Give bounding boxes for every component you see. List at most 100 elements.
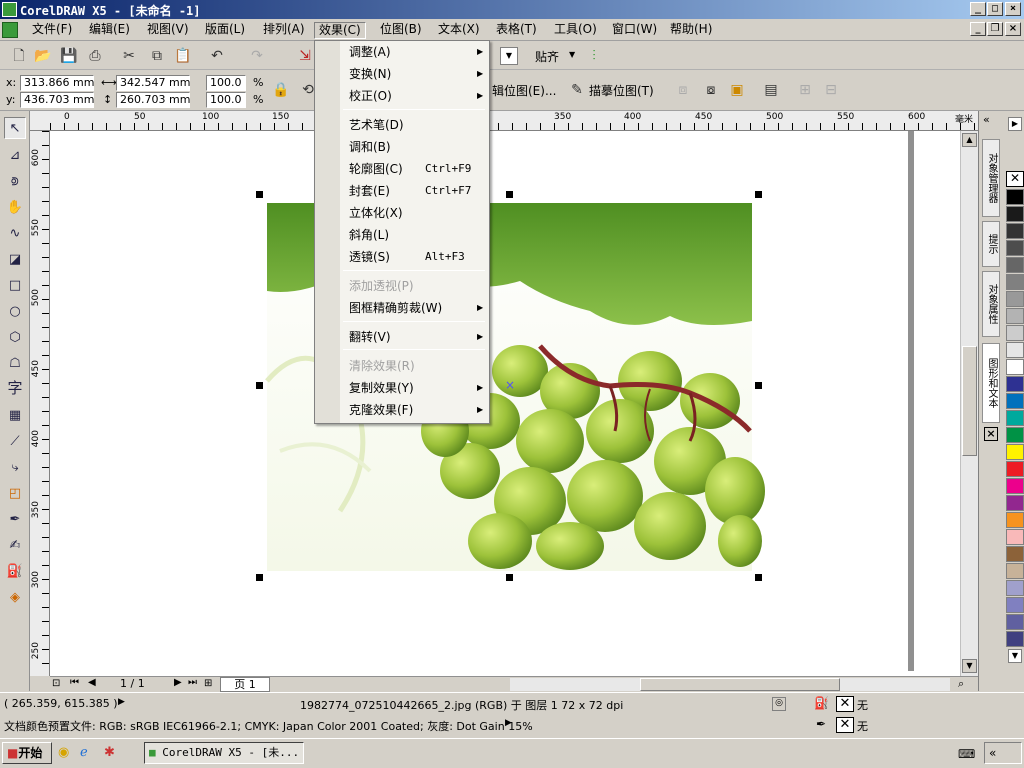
width-field[interactable]: 342.547 mm [116, 75, 190, 91]
color-swatch[interactable] [1006, 546, 1024, 562]
color-swatch[interactable] [1006, 461, 1024, 477]
rectangle-tool-icon[interactable]: □ [4, 275, 26, 297]
crop-tool-icon[interactable]: ⟄ [4, 171, 26, 193]
color-swatch[interactable] [1006, 495, 1024, 511]
effects-menu-item[interactable]: 艺术笔(D) [349, 115, 489, 135]
basic-shapes-tool-icon[interactable]: ☖ [4, 353, 26, 375]
fill-tool-icon[interactable]: ⛽ [4, 561, 26, 583]
no-color-swatch[interactable]: ✕ [1006, 171, 1024, 187]
minimize-icon[interactable]: _ [970, 2, 986, 16]
color-swatch[interactable] [1006, 240, 1024, 256]
fill-none-swatch[interactable]: ✕ [836, 696, 854, 712]
zoom-dropdown-arrow[interactable]: ▼ [500, 47, 518, 65]
eyedropper-tool-icon[interactable]: ✒ [4, 509, 26, 531]
color-swatch[interactable] [1006, 478, 1024, 494]
distribute-icon[interactable]: ⊟ [820, 79, 842, 101]
snap-options-icon[interactable]: ⫶ [583, 45, 605, 67]
selection-handle[interactable] [256, 574, 263, 581]
effects-menu-item[interactable]: 封套(E) Ctrl+F7 [349, 181, 489, 201]
interactive-fill-tool-icon[interactable]: ◈ [4, 587, 26, 609]
effects-menu-item[interactable]: 图框精确剪裁(W) ▶ [349, 298, 489, 318]
color-swatch[interactable] [1006, 359, 1024, 375]
profile-arrow-icon[interactable]: ▶ [505, 718, 512, 728]
selection-handle[interactable] [755, 191, 762, 198]
palette-scroll-down-icon[interactable]: ▼ [1008, 649, 1022, 663]
connector-tool-icon[interactable]: ⤷ [4, 457, 26, 479]
horizontal-scrollbar[interactable] [510, 678, 950, 691]
selection-handle[interactable] [755, 574, 762, 581]
freehand-tool-icon[interactable]: ∿ [4, 223, 26, 245]
selection-handle[interactable] [506, 574, 513, 581]
zoom-navigator-icon[interactable]: ⌕ [958, 677, 964, 691]
docker-close-icon[interactable]: × [984, 427, 998, 441]
color-swatch[interactable] [1006, 274, 1024, 290]
color-swatch[interactable] [1006, 580, 1024, 596]
scroll-up-icon[interactable]: ▲ [962, 133, 977, 147]
effects-menu-item[interactable]: 透镜(S) Alt+F3 [349, 247, 489, 267]
first-page-icon[interactable]: ⏮ [70, 677, 79, 688]
scroll-thumb[interactable] [962, 346, 977, 456]
color-swatch[interactable] [1006, 308, 1024, 324]
color-swatch[interactable] [1006, 325, 1024, 341]
snap-to-button[interactable]: 贴齐 [535, 48, 559, 65]
outline-none-swatch[interactable]: ✕ [836, 717, 854, 733]
document-icon[interactable] [2, 22, 18, 38]
effects-menu-item[interactable]: 轮廓图(C) Ctrl+F9 [349, 159, 489, 179]
color-swatch[interactable] [1006, 257, 1024, 273]
close-icon[interactable]: × [1005, 2, 1021, 16]
quicklaunch-app-icon[interactable]: ✱ [104, 745, 115, 760]
menu-text[interactable]: 文本(X) [434, 22, 484, 39]
doc-close-icon[interactable]: × [1005, 22, 1021, 36]
last-page-icon[interactable]: ⏭ [188, 677, 197, 688]
color-swatch[interactable] [1006, 512, 1024, 528]
effects-menu-item[interactable]: 调和(B) [349, 137, 489, 157]
text-tool-icon[interactable]: 字 [4, 377, 26, 399]
color-swatch[interactable] [1006, 393, 1024, 409]
docker-tab-graphic-text[interactable]: 图形和文本 [982, 343, 1000, 423]
tray-expand-icon[interactable]: « [984, 742, 1022, 764]
menu-tools[interactable]: 工具(O) [550, 22, 601, 39]
copy-icon[interactable]: ⧉ [146, 45, 168, 67]
effects-menu-item[interactable]: 立体化(X) [349, 203, 489, 223]
page-tab-1[interactable]: 页 1 [220, 677, 270, 692]
crop-bitmap-icon[interactable]: ⧇ [700, 79, 722, 101]
trace-bitmap-icon[interactable]: ✎ [566, 79, 588, 101]
menu-bitmaps[interactable]: 位图(B) [376, 22, 426, 39]
menu-layout[interactable]: 版面(L) [201, 22, 249, 39]
effects-menu-item[interactable]: 调整(A) ▶ [349, 42, 489, 62]
effects-menu-item[interactable]: 复制效果(Y) ▶ [349, 378, 489, 398]
effects-menu-item[interactable]: 翻转(V) ▶ [349, 327, 489, 347]
keyboard-tray-icon[interactable]: ⌨ [958, 747, 975, 761]
menu-arrange[interactable]: 排列(A) [259, 22, 309, 39]
undo-icon[interactable]: ↶ [206, 45, 228, 67]
blend-tool-icon[interactable]: ◰ [4, 483, 26, 505]
effects-menu-item[interactable]: 变换(N) ▶ [349, 64, 489, 84]
lock-ratio-icon[interactable]: 🔒 [270, 79, 292, 101]
pick-tool-icon[interactable]: ↖ [4, 117, 26, 139]
menu-table[interactable]: 表格(T) [492, 22, 541, 39]
scale-y-field[interactable]: 100.0 [206, 92, 246, 108]
color-swatch[interactable] [1006, 597, 1024, 613]
dimension-tool-icon[interactable]: ⟋ [4, 431, 26, 453]
cut-icon[interactable]: ✂ [118, 45, 140, 67]
h-scroll-thumb[interactable] [640, 678, 840, 691]
x-position-field[interactable]: 313.866 mm [20, 75, 94, 91]
task-coreldraw[interactable]: ■ CorelDRAW X5 - [未... [144, 742, 304, 764]
table-tool-icon[interactable]: ▦ [4, 405, 26, 427]
next-page-icon[interactable]: ▶ [174, 677, 182, 688]
docker-tab-object-manager[interactable]: 对象管理器 [982, 139, 1000, 217]
scale-x-field[interactable]: 100.0 [206, 75, 246, 91]
docker-collapse-icon[interactable]: « [983, 113, 990, 126]
color-swatch[interactable] [1006, 444, 1024, 460]
color-swatch[interactable] [1006, 427, 1024, 443]
page-settings-icon[interactable]: ⊡ [52, 678, 60, 689]
effects-menu-item[interactable]: 斜角(L) [349, 225, 489, 245]
color-swatch[interactable] [1006, 410, 1024, 426]
new-icon[interactable]: 🗋 [8, 45, 30, 67]
selection-handle[interactable] [755, 382, 762, 389]
color-swatch[interactable] [1006, 223, 1024, 239]
start-button[interactable]: ■开始 [2, 742, 52, 764]
print-icon[interactable]: ⎙ [84, 45, 106, 67]
bitmap-color-mask-icon[interactable]: ▣ [726, 79, 748, 101]
coords-arrow-icon[interactable]: ▶ [118, 697, 125, 707]
